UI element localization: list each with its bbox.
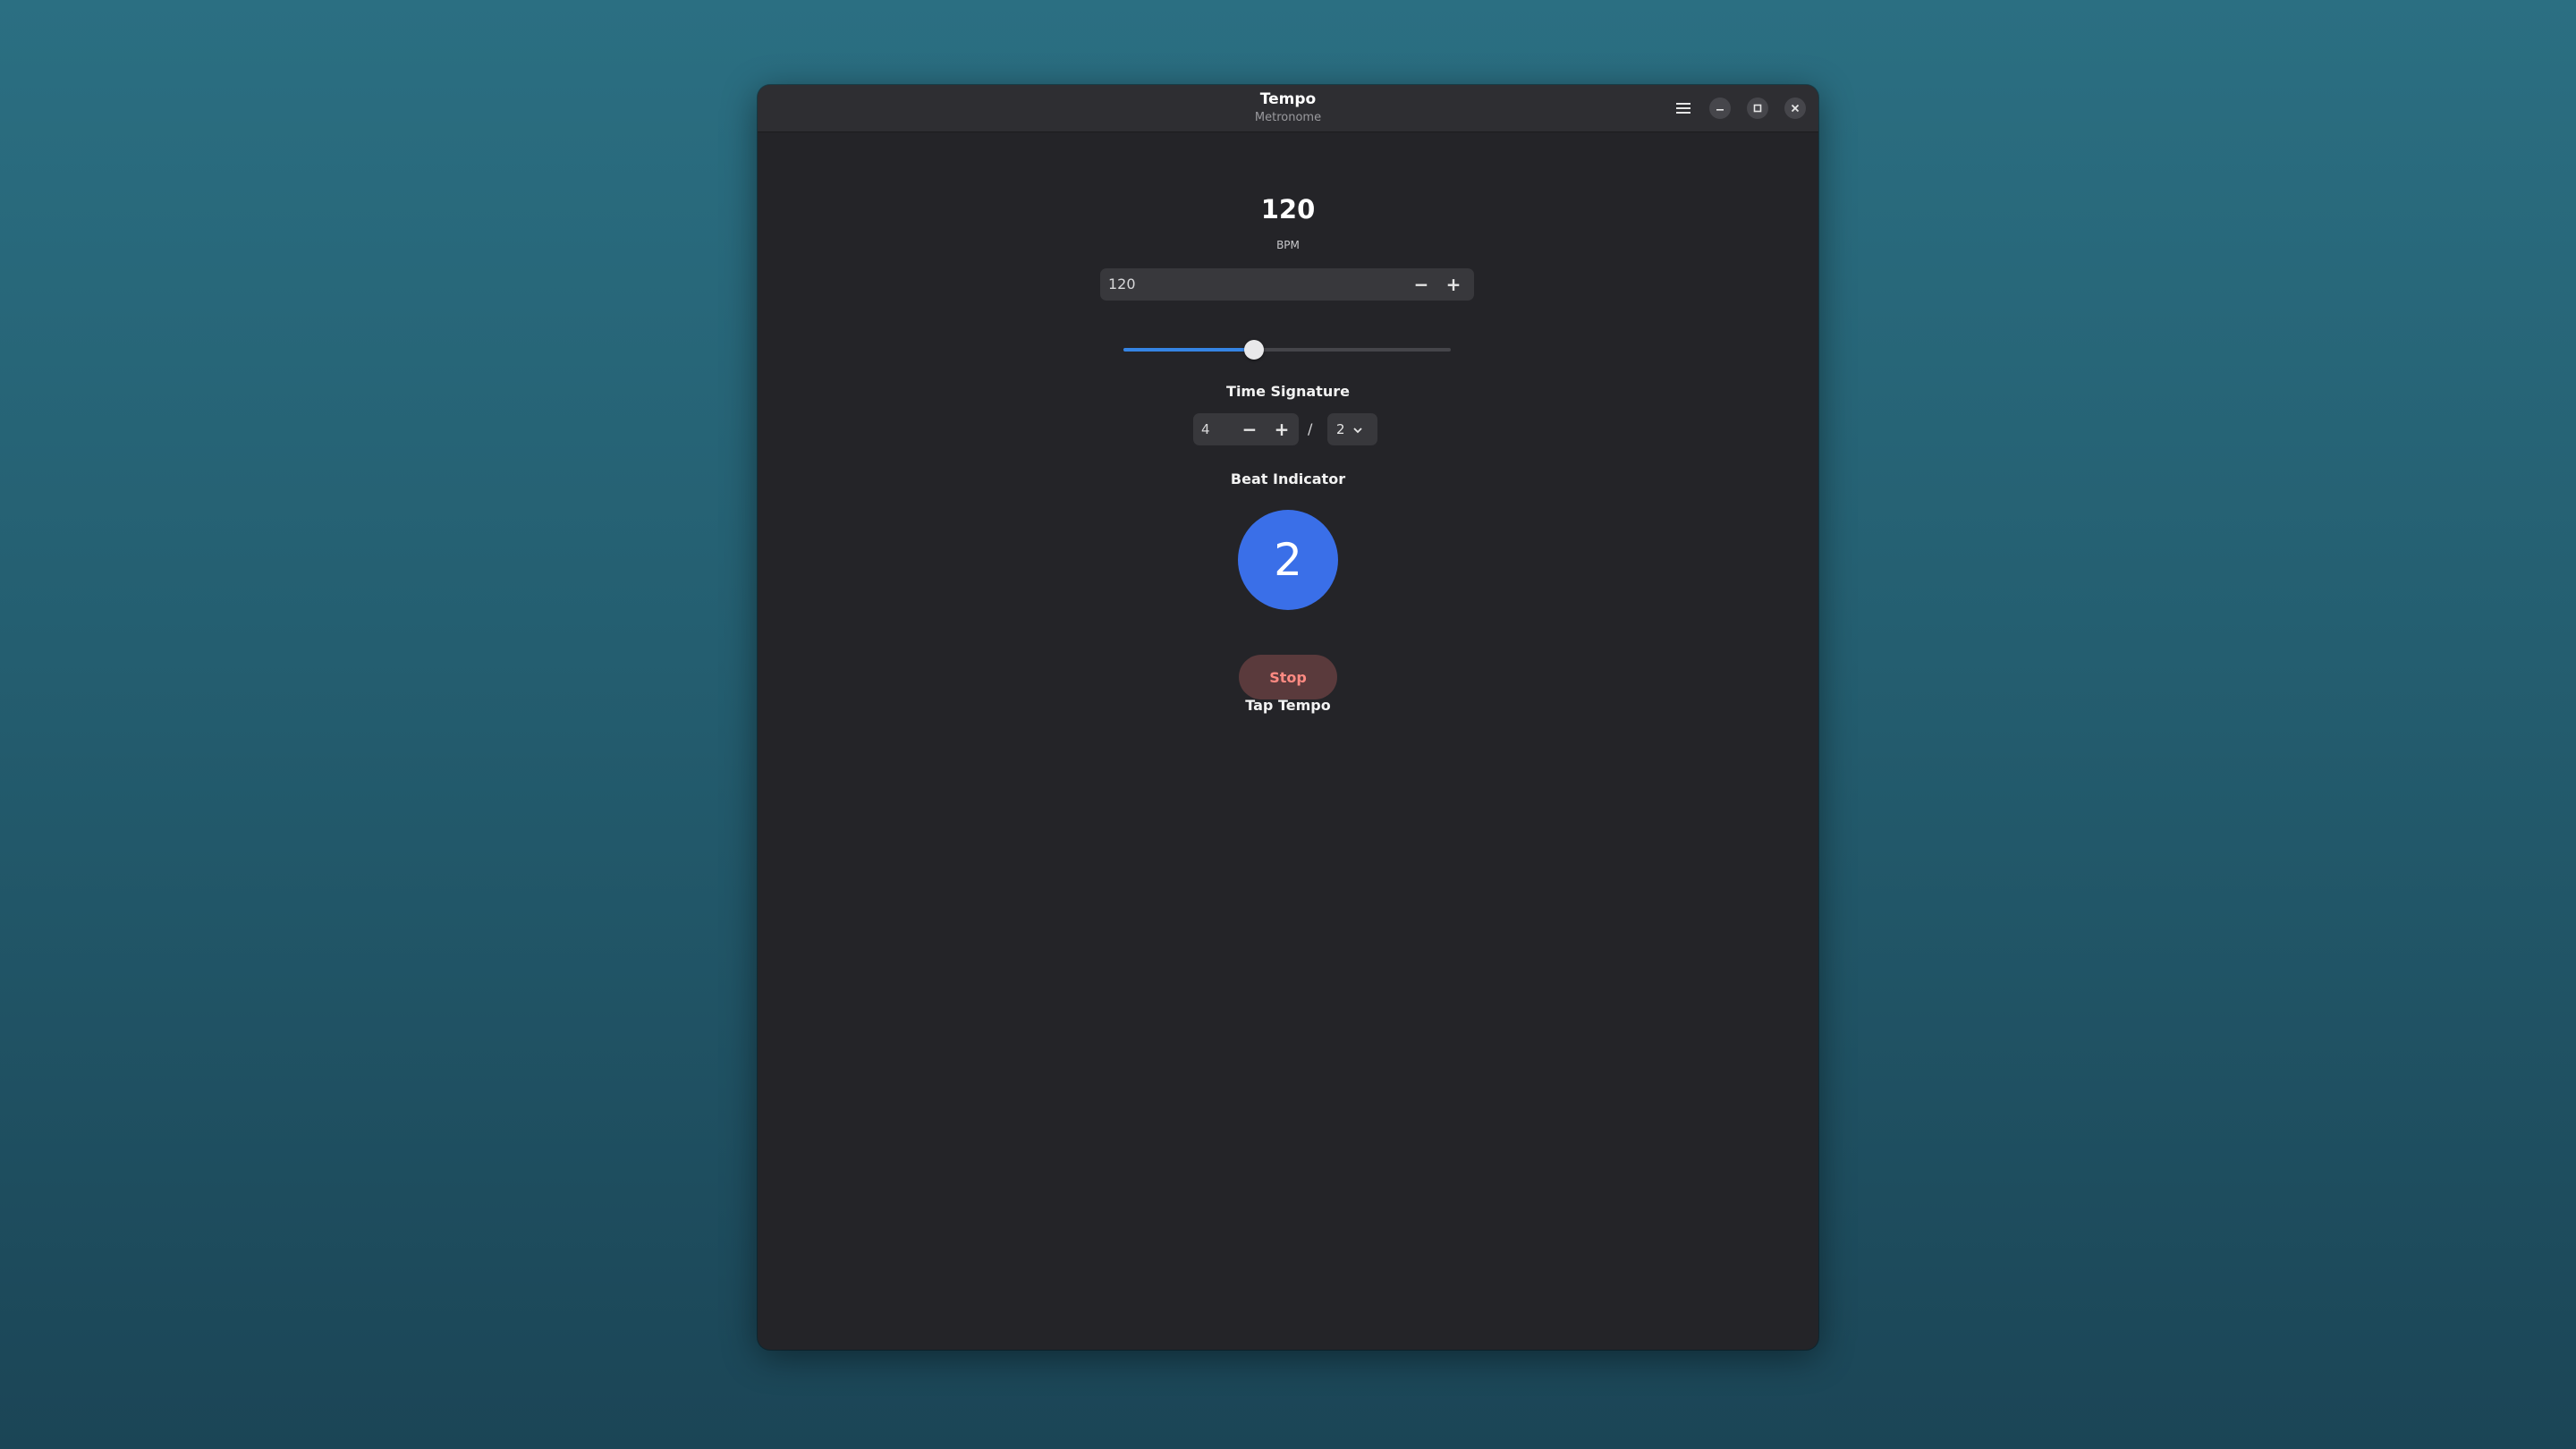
beats-value[interactable]: 4 xyxy=(1201,413,1210,445)
minimize-button[interactable] xyxy=(1709,97,1731,119)
beat-indicator-label: Beat Indicator xyxy=(1230,470,1346,487)
beats-spin-button[interactable]: 4 − + xyxy=(1193,413,1299,445)
minimize-icon xyxy=(1716,109,1724,111)
note-value-dropdown[interactable]: 2 xyxy=(1327,413,1377,445)
stop-button[interactable]: Stop xyxy=(1239,655,1337,699)
time-signature-label: Time Signature xyxy=(1226,383,1350,400)
beats-decrement-button[interactable]: − xyxy=(1236,416,1263,443)
main-menu-button[interactable] xyxy=(1670,95,1697,122)
header-bar: Tempo Metronome xyxy=(758,85,1818,132)
slider-handle[interactable] xyxy=(1244,340,1264,360)
window-title: Tempo xyxy=(1259,90,1317,108)
slider-fill xyxy=(1123,348,1254,352)
window-subtitle: Metronome xyxy=(1254,111,1322,124)
maximize-button[interactable] xyxy=(1747,97,1768,119)
maximize-icon xyxy=(1753,104,1762,113)
bpm-spin-button[interactable]: 120 − + xyxy=(1100,268,1474,301)
bpm-slider[interactable] xyxy=(1123,340,1451,360)
time-signature-separator: / xyxy=(1308,420,1313,437)
chevron-down-icon xyxy=(1352,413,1363,445)
beats-increment-button[interactable]: + xyxy=(1268,416,1295,443)
main-content: 120 BPM 120 − + Time Signature 4 − + / 2 xyxy=(758,131,1818,1350)
time-signature-controls: 4 − + / 2 xyxy=(1193,413,1444,445)
note-value: 2 xyxy=(1336,421,1345,437)
beat-indicator-circle: 2 xyxy=(1238,510,1338,610)
bpm-display: 120 xyxy=(1260,194,1316,225)
title-block: Tempo Metronome xyxy=(758,89,1818,124)
app-window: Tempo Metronome 120 BPM 120 − + Time Sig… xyxy=(758,85,1818,1350)
bpm-unit-label: BPM xyxy=(1276,239,1300,251)
bpm-increment-button[interactable]: + xyxy=(1440,271,1467,298)
bpm-spin-value[interactable]: 120 xyxy=(1108,268,1136,301)
tap-tempo-button[interactable]: Tap Tempo xyxy=(758,697,1818,714)
close-button[interactable] xyxy=(1784,97,1806,119)
bpm-decrement-button[interactable]: − xyxy=(1408,271,1435,298)
close-icon xyxy=(1791,104,1800,113)
hamburger-menu-icon xyxy=(1676,103,1690,114)
